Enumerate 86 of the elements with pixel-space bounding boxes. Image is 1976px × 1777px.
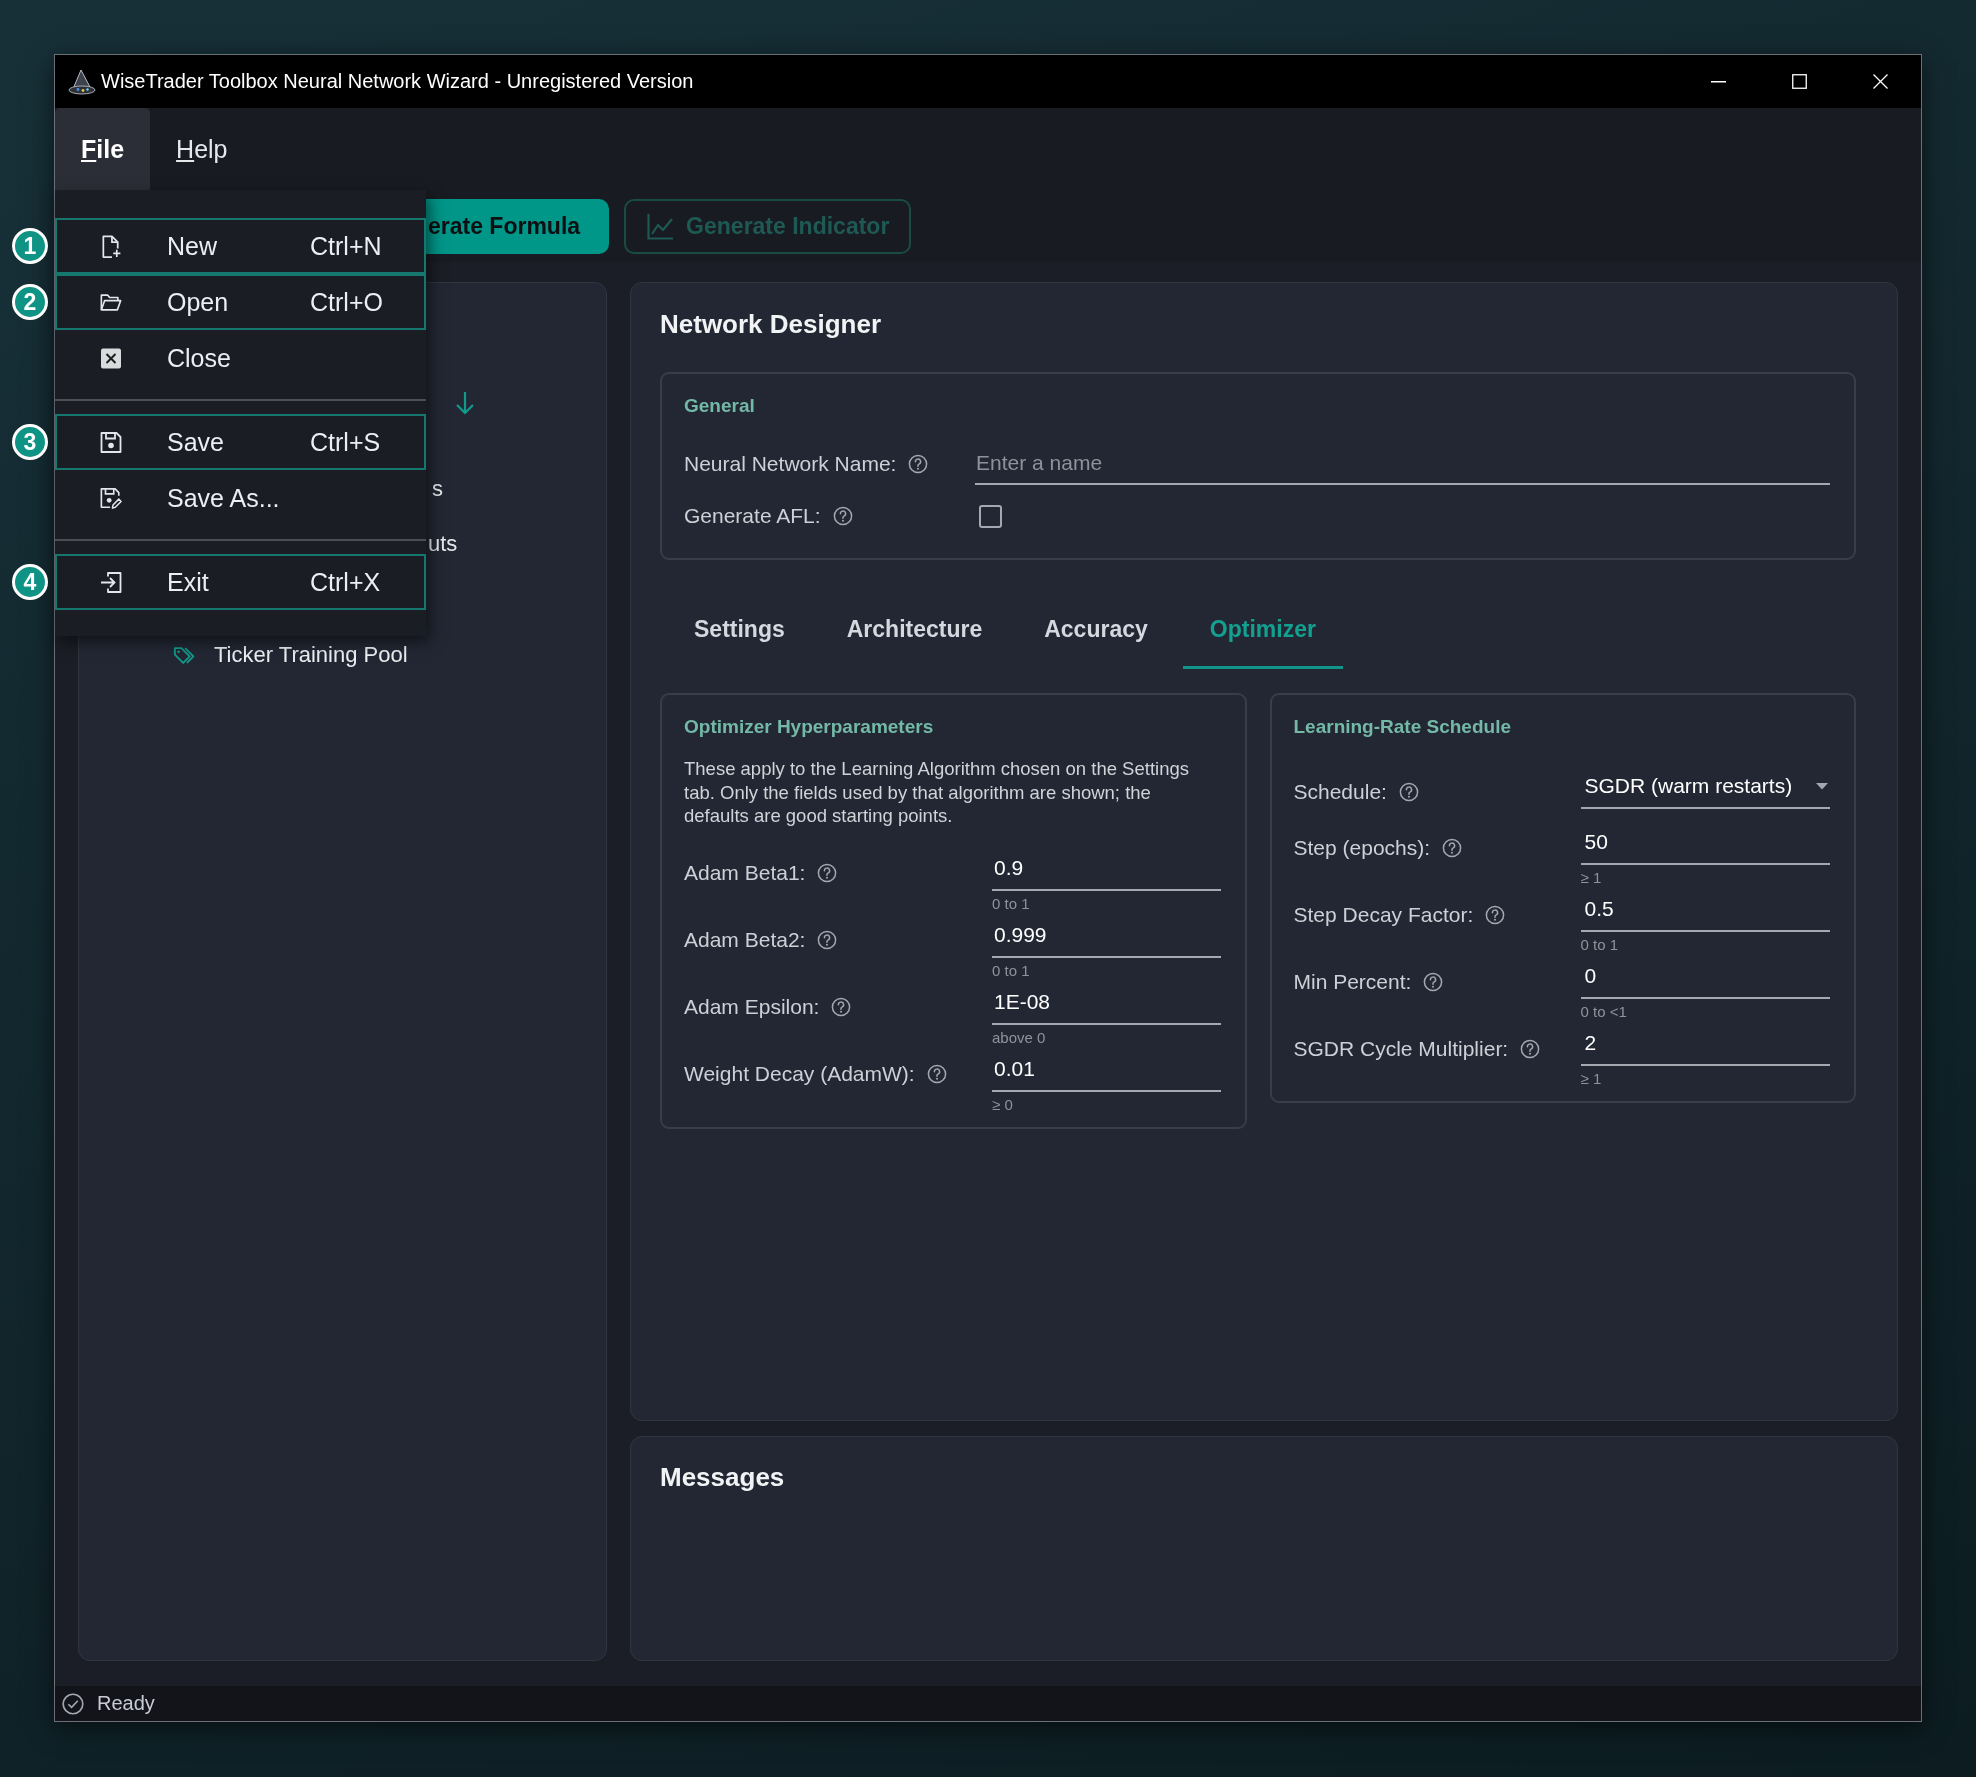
save-icon	[100, 430, 122, 454]
help-icon[interactable]	[1520, 1038, 1541, 1059]
shortcut-text: Ctrl+S	[310, 427, 382, 457]
help-icon[interactable]	[1423, 971, 1444, 992]
line-chart-icon	[647, 212, 675, 240]
close-icon	[1873, 74, 1888, 89]
status-text: Ready	[97, 1692, 155, 1715]
step-number-badge: 4	[12, 564, 48, 600]
field-label: Weight Decay (AdamW):	[684, 1062, 915, 1086]
shortcut-text: Ctrl+O	[310, 287, 384, 317]
tree-item[interactable]: Ticker Training Pool	[173, 641, 408, 669]
section-title: Learning-Rate Schedule	[1293, 715, 1512, 739]
field-label: Adam Beta1:	[684, 861, 806, 885]
minimize-icon	[1711, 80, 1726, 83]
number-input[interactable]: 0.999	[992, 913, 1221, 958]
step-number-badge: 3	[12, 424, 48, 460]
tab[interactable]: Optimizer	[1182, 599, 1343, 669]
section-title: Optimizer Hyperparameters	[684, 715, 935, 739]
help-icon[interactable]	[908, 454, 929, 474]
field-label: Step Decay Factor:	[1293, 902, 1474, 927]
number-input[interactable]: 0.5	[1580, 888, 1830, 932]
help-icon[interactable]	[817, 863, 838, 883]
help-icon[interactable]	[832, 506, 853, 526]
tab[interactable]: Accuracy	[1017, 599, 1175, 669]
shortcut-text: Ctrl+X	[310, 567, 382, 597]
number-input[interactable]: 50	[1580, 821, 1830, 865]
field-label: Adam Beta2:	[684, 928, 806, 952]
field-label: Neural Network Name:	[684, 452, 897, 476]
range-hint: 0 to 1	[992, 893, 1031, 914]
wizard-hat-icon	[68, 67, 96, 96]
number-input[interactable]: 1E-08	[992, 980, 1221, 1025]
close-box-icon	[100, 346, 122, 370]
tab[interactable]: Architecture	[819, 599, 1010, 669]
help-icon[interactable]	[1442, 837, 1463, 858]
formula-button[interactable]: erate Formula	[426, 198, 610, 254]
maximize-icon	[1792, 74, 1807, 89]
range-hint: ≥ 1	[1580, 868, 1603, 888]
menu-entry[interactable]: Save Ctrl+S	[55, 414, 426, 470]
range-hint: above 0	[992, 1027, 1047, 1048]
range-hint: 0 to <1	[1580, 1002, 1628, 1022]
tab[interactable]: Settings	[667, 599, 812, 669]
number-input[interactable]: 0.9	[992, 846, 1221, 891]
help-icon[interactable]	[1398, 781, 1419, 802]
field-label: SGDR Cycle Multiplier:	[1293, 1036, 1509, 1061]
range-hint: ≥ 0	[992, 1094, 1014, 1115]
checkbox[interactable]	[979, 504, 1002, 528]
check-circle-icon	[62, 1692, 84, 1715]
tree-item[interactable]: uts	[428, 530, 458, 558]
number-input[interactable]: 0.01	[992, 1047, 1221, 1092]
menu-item[interactable]: Help	[150, 108, 254, 190]
help-icon[interactable]	[831, 997, 852, 1017]
number-input[interactable]: 2	[1580, 1022, 1830, 1066]
help-icon[interactable]	[926, 1064, 947, 1084]
description-text: These apply to the Learning Algorithm chosen on the Settings tab. Only the fields used by that algorithm are shown; the defaults are good starting points.	[684, 757, 1190, 828]
field-label: Step (epochs):	[1293, 835, 1431, 860]
range-hint: ≥ 1	[1580, 1069, 1603, 1089]
save-edit-icon	[100, 486, 122, 510]
help-icon[interactable]	[1485, 904, 1506, 925]
menu-entry[interactable]: Exit Ctrl+X	[55, 554, 426, 610]
section-title: General	[684, 394, 756, 418]
menu-entry[interactable]: Close	[55, 330, 426, 386]
window-title: WiseTrader Toolbox Neural Network Wizard - Unregistered Version	[101, 70, 694, 93]
panel-title: Messages	[660, 1461, 786, 1493]
step-number-badge: 2	[12, 284, 48, 320]
new-file-icon	[100, 234, 122, 258]
arrow-down-icon	[455, 391, 475, 415]
step-number-badge: 1	[12, 228, 48, 264]
field-label: Schedule:	[1293, 779, 1387, 804]
caret-icon	[1816, 782, 1828, 790]
tree-item[interactable]: s	[432, 475, 443, 503]
shortcut-text: Ctrl+N	[310, 231, 383, 261]
range-hint: 0 to 1	[1580, 935, 1620, 955]
field-label: Adam Epsilon:	[684, 995, 820, 1019]
field-label: Generate AFL:	[684, 504, 821, 528]
name-input[interactable]: Enter a name	[975, 443, 1830, 485]
range-hint: 0 to 1	[992, 960, 1031, 981]
number-input[interactable]: 0	[1580, 955, 1830, 999]
menu-item[interactable]: File	[55, 108, 151, 190]
schedule-dropdown[interactable]: SGDR (warm restarts)	[1580, 765, 1830, 809]
panel-title: Network Designer	[660, 308, 883, 340]
field-label: Min Percent:	[1293, 969, 1412, 994]
exit-icon	[100, 570, 122, 594]
help-icon[interactable]	[817, 930, 838, 950]
menu-entry[interactable]: New Ctrl+N	[55, 218, 426, 274]
menu-entry[interactable]: Open Ctrl+O	[55, 274, 426, 330]
menu-entry[interactable]: Save As...	[55, 470, 426, 526]
